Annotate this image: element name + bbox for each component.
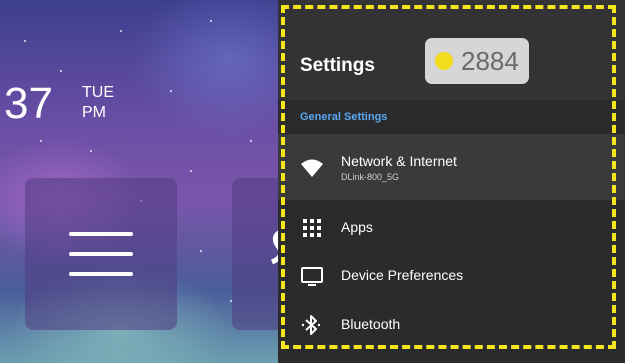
- menu-tile[interactable]: [25, 178, 177, 330]
- settings-item-label: Network & Internet: [341, 153, 457, 169]
- app-tile-icon: [268, 226, 278, 276]
- settings-item-device-preferences[interactable]: Device Preferences: [278, 248, 625, 304]
- settings-header: Settings 2884: [278, 0, 625, 100]
- coin-badge: 2884: [425, 38, 529, 84]
- settings-item-bluetooth[interactable]: Bluetooth: [278, 297, 625, 353]
- clock-day: TUE: [82, 84, 114, 101]
- monitor-icon: [300, 264, 324, 288]
- settings-item-label: Apps: [341, 219, 373, 235]
- tv-screen: 37 TUE PM Settings 2884 General Settings…: [0, 0, 625, 363]
- coin-icon: [435, 52, 453, 70]
- settings-item-network[interactable]: Network & Internet DLink-800_5G: [278, 134, 625, 200]
- coin-count: 2884: [461, 46, 519, 76]
- app-tile[interactable]: [232, 178, 278, 330]
- section-header: General Settings: [300, 111, 388, 123]
- home-background: 37 TUE PM: [0, 0, 278, 363]
- page-title: Settings: [300, 55, 375, 76]
- clock-time: 37: [4, 79, 53, 128]
- settings-item-label: Bluetooth: [341, 316, 401, 332]
- clock-ampm: PM: [82, 104, 106, 121]
- settings-item-label: Device Preferences: [341, 267, 464, 283]
- wifi-icon: [300, 156, 324, 180]
- settings-panel: Settings 2884 General Settings Network &…: [278, 0, 625, 363]
- bluetooth-icon: [300, 313, 324, 337]
- grid-icon: [300, 216, 324, 240]
- network-name: DLink-800_5G: [341, 172, 400, 182]
